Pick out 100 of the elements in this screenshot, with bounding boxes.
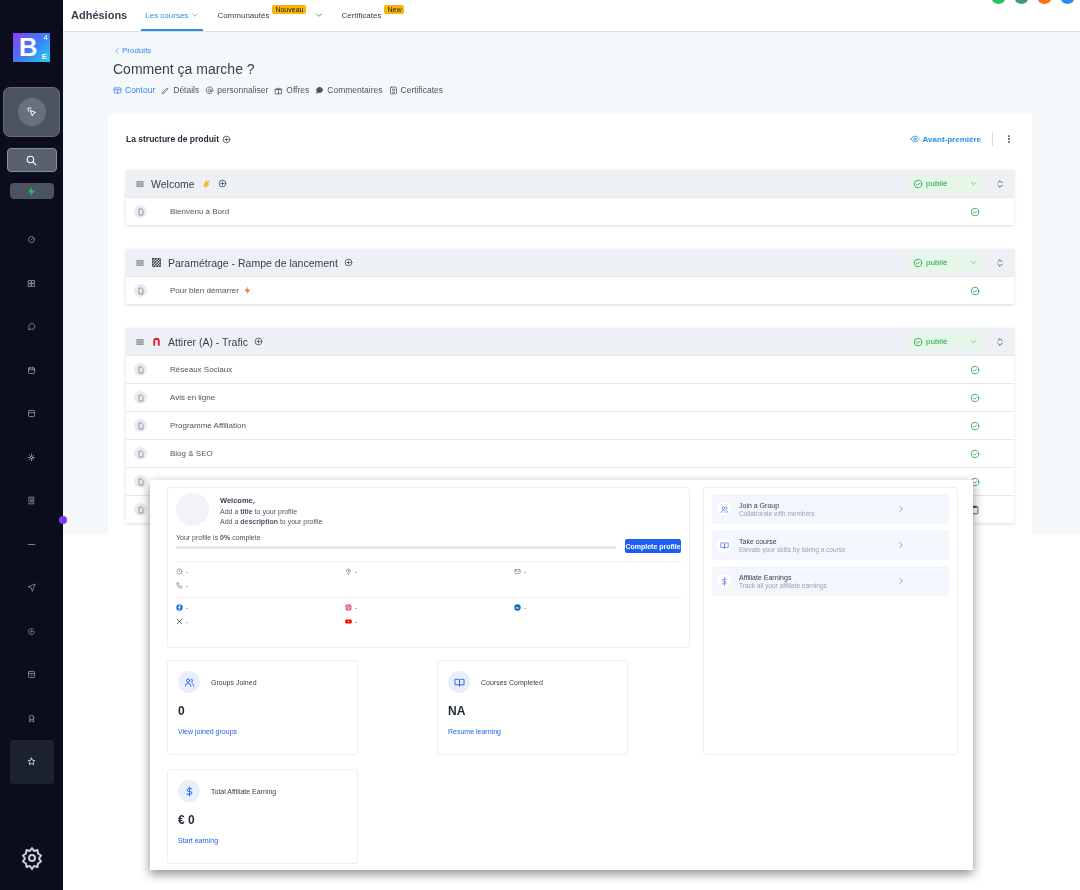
- logo-letter: B: [19, 33, 38, 62]
- settings-icon: [19, 846, 44, 870]
- dollar-icon: [719, 576, 729, 586]
- building-icon: [27, 496, 36, 506]
- grid-icon: [27, 278, 36, 288]
- check-circle-icon: [913, 336, 923, 347]
- section-header[interactable]: Paramétrage - Rampe de lancement publié: [126, 249, 1014, 276]
- pencil-icon: [161, 85, 171, 95]
- section-tab[interactable]: Commentaires: [315, 85, 383, 95]
- network-icon: [27, 452, 36, 462]
- linkedin-icon[interactable]: [514, 604, 521, 611]
- breadcrumb-link[interactable]: Produits: [122, 46, 152, 55]
- send-icon: [27, 583, 36, 593]
- plus-circle-icon: [217, 179, 227, 188]
- cursor-icon: [25, 106, 38, 118]
- document-icon: [136, 365, 145, 374]
- plus-circle-icon: [253, 337, 263, 346]
- lesson-row[interactable]: Programme Affiliation: [126, 411, 1014, 439]
- settings-button[interactable]: [19, 846, 44, 870]
- certificate-icon: [388, 85, 398, 95]
- lesson-row[interactable]: Avis en ligne: [126, 383, 1014, 411]
- chevron-down-icon: [970, 180, 977, 187]
- stat-value: NA: [448, 704, 467, 718]
- bolt-icon: [242, 286, 252, 295]
- users-icon: [183, 676, 195, 688]
- chevron-down-icon: [191, 11, 200, 19]
- resize-handle[interactable]: [59, 516, 67, 524]
- section-tab[interactable]: personnaliser: [205, 85, 269, 95]
- cursor-button[interactable]: [3, 87, 60, 137]
- section-tab[interactable]: Offres: [274, 85, 310, 95]
- check-circle-icon: [970, 364, 980, 375]
- facebook-icon[interactable]: [176, 604, 183, 611]
- chat-icon: [27, 322, 36, 332]
- section-title: Paramétrage - Rampe de lancement: [168, 256, 338, 269]
- search-button[interactable]: [6, 148, 57, 172]
- card-title: La structure de produit: [126, 134, 220, 144]
- users-icon: [719, 504, 729, 514]
- check-circle-icon: [970, 448, 980, 459]
- section-tab[interactable]: Contour: [113, 85, 156, 95]
- lesson-title: Pour bien démarrer: [170, 286, 239, 295]
- sidebar-item[interactable]: [9, 740, 54, 784]
- youtube-icon[interactable]: [345, 618, 352, 625]
- lesson-title: Blog & SEO: [170, 449, 213, 458]
- location-icon: [345, 568, 352, 575]
- logo-superscript: 4: [43, 33, 48, 42]
- document-icon: [136, 286, 145, 295]
- check-circle-icon: [970, 420, 980, 431]
- section-tab[interactable]: Certificates: [388, 85, 444, 95]
- lesson-row[interactable]: Blog & SEO: [126, 439, 1014, 467]
- check-circle-icon: [970, 392, 980, 403]
- award-icon: [27, 713, 36, 723]
- document-icon: [136, 449, 145, 458]
- search-icon: [25, 153, 38, 167]
- instagram-icon[interactable]: [345, 604, 352, 611]
- lesson-row[interactable]: Pour bien démarrer: [126, 276, 1014, 304]
- archive-icon: [27, 409, 36, 419]
- section-header[interactable]: Welcome publié: [126, 170, 1014, 197]
- sort-icon: [995, 336, 1005, 347]
- magnet-icon: [151, 336, 162, 347]
- chevron-down-icon: [970, 338, 977, 345]
- check-circle-icon: [970, 206, 980, 217]
- dollar-icon: [183, 785, 195, 797]
- plus-circle-icon: [222, 134, 232, 144]
- lesson-row[interactable]: Réseaux Sociaux: [126, 355, 1014, 383]
- section-title: Welcome: [151, 177, 195, 190]
- lesson-row[interactable]: Bienvenu à Bord: [126, 197, 1014, 225]
- bolt-button[interactable]: [9, 183, 54, 199]
- section-header[interactable]: Attirer (A) - Trafic publié: [126, 328, 1014, 355]
- check-circle-icon: [970, 476, 980, 487]
- menu-icon: [135, 178, 145, 189]
- calendar-icon: [27, 365, 36, 375]
- chevron-down-icon: [315, 11, 324, 19]
- gauge-icon: [27, 235, 36, 245]
- checkered-flag-icon: [151, 257, 162, 268]
- mail-icon: [514, 568, 521, 575]
- star-icon: [27, 757, 36, 767]
- chevron-left-icon: [113, 46, 121, 55]
- chevron-right-icon: [897, 505, 905, 513]
- preview-link[interactable]: Avant-première: [909, 134, 981, 144]
- sort-icon: [995, 257, 1005, 268]
- chevron-right-icon: [897, 577, 905, 585]
- page-title: Comment ça marche ?: [113, 61, 256, 77]
- section-title: Attirer (A) - Trafic: [168, 335, 248, 348]
- check-circle-icon: [913, 257, 923, 268]
- book-icon: [719, 540, 729, 550]
- app-name: Adhésions: [71, 9, 128, 23]
- inbox-icon: [27, 670, 36, 680]
- section-tab[interactable]: Détails: [161, 85, 200, 95]
- menu-icon: [135, 336, 145, 347]
- clipboard-icon: [970, 504, 980, 515]
- clock-icon: [176, 568, 183, 575]
- stat-value: 0: [178, 704, 186, 718]
- lesson-title: Programme Affiliation: [170, 421, 246, 430]
- at-sign-icon: [205, 85, 215, 95]
- plus-circle-icon: [343, 258, 353, 267]
- x-logo-icon: [176, 618, 183, 625]
- sort-icon: [995, 178, 1005, 189]
- stat-value: € 0: [178, 813, 196, 827]
- bolt-icon: [26, 185, 37, 197]
- chevron-right-icon: [897, 541, 905, 549]
